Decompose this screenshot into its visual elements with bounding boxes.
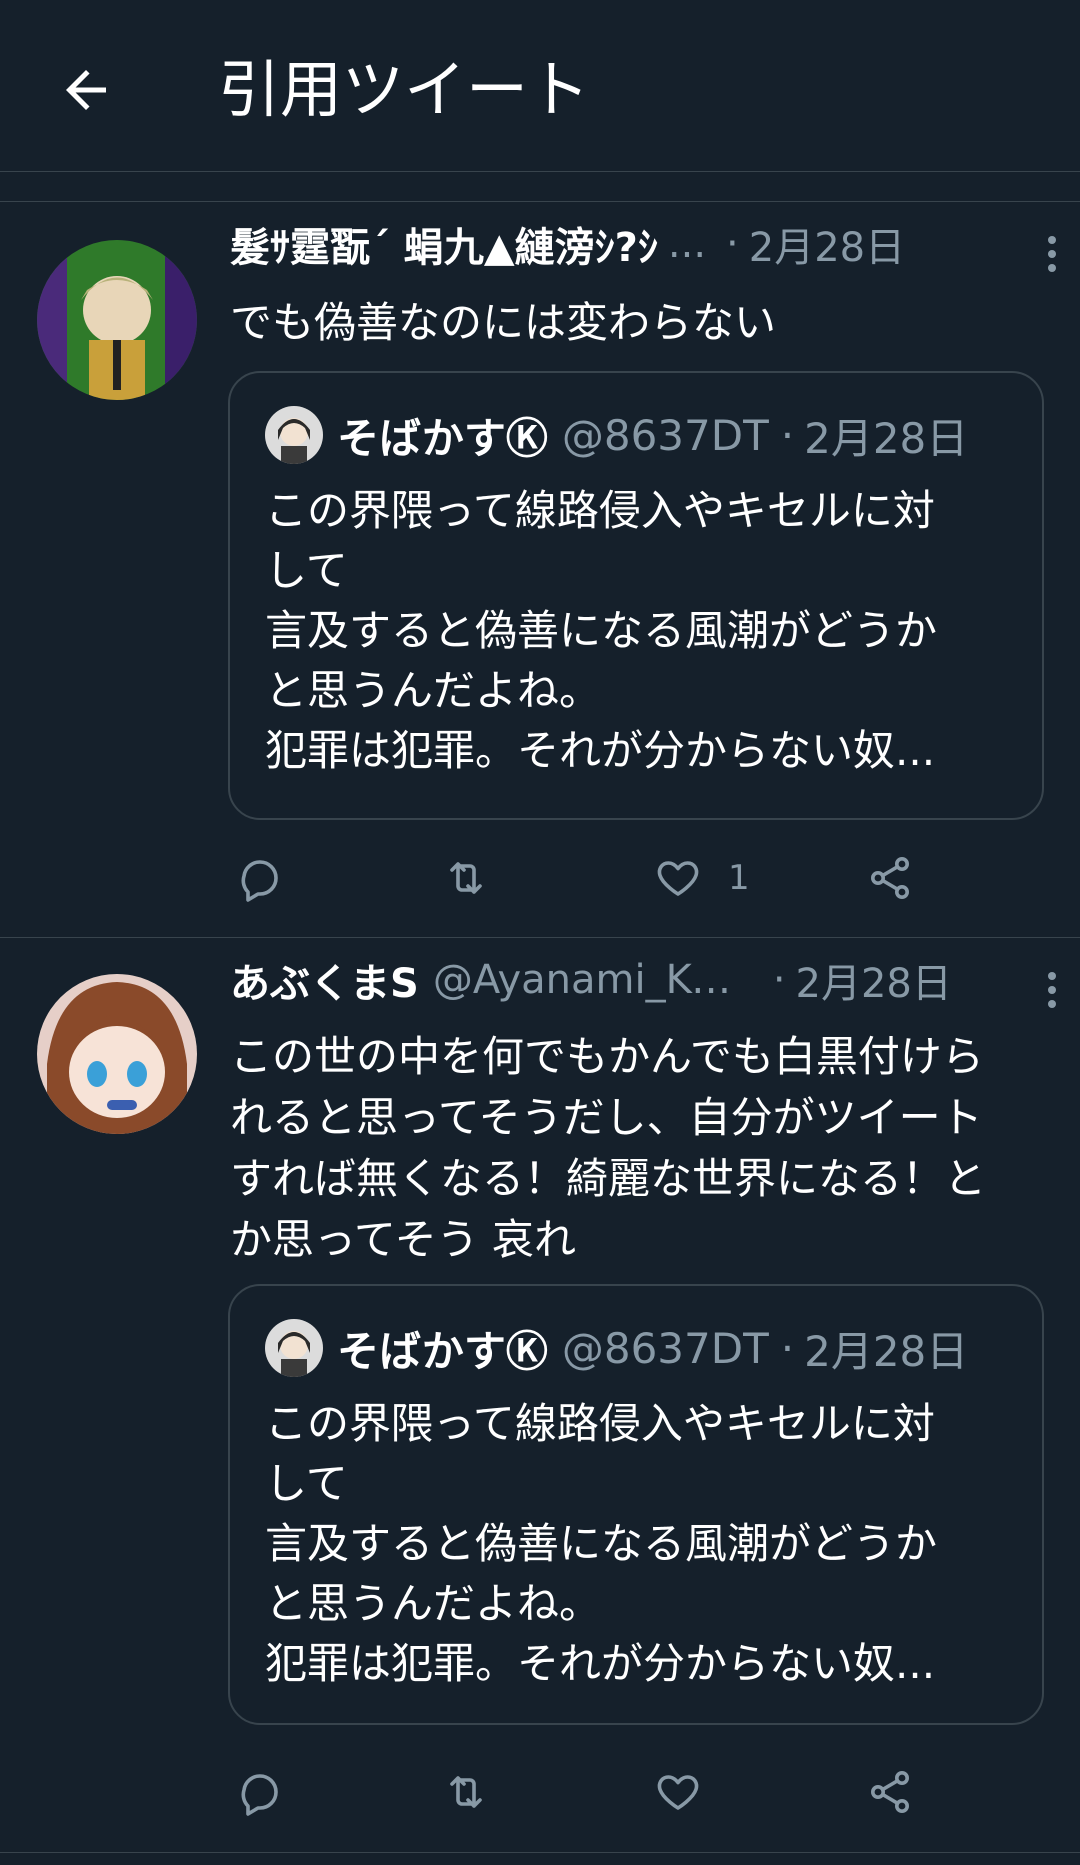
quoted-text: この界隈って線路侵入やキセルに対 して 言及すると偽善になる風潮がどうか と思う… <box>265 1399 938 1688</box>
separator: · <box>726 221 739 267</box>
arrow-left-icon <box>66 70 106 110</box>
tweet-header: あぶくまS @Ayanami_Ka... · 2月28日 <box>230 950 1056 1010</box>
more-options-icon[interactable] <box>1042 230 1062 274</box>
tweet-actions <box>230 1762 950 1822</box>
share-icon <box>871 857 909 899</box>
tweet-actions: 1 <box>230 848 950 908</box>
quoted-tweet-header: そばかすⓀ @8637DT · 2月28日 <box>265 1318 968 1378</box>
truncation-mark: ... <box>667 221 707 267</box>
quoted-tweet[interactable]: そばかすⓀ @8637DT · 2月28日 この界隈って線路侵入やキセルに対 し… <box>228 371 1044 820</box>
avatar-image <box>37 974 197 1134</box>
separator: · <box>772 957 786 1003</box>
page-title: 引用ツイート <box>218 53 591 126</box>
tweet-text: この世の中を何でもかんでも白黒付けら れると思ってそうだし、自分がツイート すれ… <box>230 1032 987 1264</box>
tweet[interactable]: あぶくまS @Ayanami_Ka... · 2月28日 この世の中を何でもかん… <box>0 938 1080 1853</box>
retweet-button[interactable] <box>442 848 490 908</box>
more-options-icon[interactable] <box>1042 966 1062 1010</box>
user-handle[interactable]: @Ayanami_Ka... <box>433 957 753 1003</box>
quoted-avatar <box>265 406 323 464</box>
quoted-date: 2月28日 <box>804 413 969 463</box>
reply-button[interactable] <box>236 1762 284 1822</box>
quoted-tweet-header: そばかすⓀ @8637DT · 2月28日 <box>265 405 968 465</box>
display-name[interactable]: 髮ｻ霆翫´ 蜎九▲縺滂ｼ?ｼ <box>230 215 658 273</box>
reply-icon <box>241 1774 278 1816</box>
heart-icon <box>657 1775 699 1810</box>
tweet[interactable]: 髮ｻ霆翫´ 蜎九▲縺滂ｼ?ｼ ... · 2月28日 でも偽善なのには変わらない… <box>0 202 1080 938</box>
quoted-handle: @8637DT <box>561 1323 769 1373</box>
reply-icon <box>241 860 278 902</box>
reply-button[interactable] <box>236 848 284 908</box>
quoted-separator: · <box>780 1323 795 1373</box>
quoted-avatar-image <box>265 406 323 464</box>
like-count: 1 <box>728 858 750 898</box>
quoted-tweet[interactable]: そばかすⓀ @8637DT · 2月28日 この界隈って線路侵入やキセルに対 し… <box>228 1284 1044 1725</box>
display-name[interactable]: あぶくまS <box>230 951 419 1009</box>
quoted-display-name: そばかすⓀ <box>337 413 548 463</box>
quoted-handle: @8637DT <box>561 410 769 460</box>
tweet-date[interactable]: 2月28日 <box>796 951 952 1009</box>
share-button[interactable] <box>866 1762 914 1822</box>
tweet-date[interactable]: 2月28日 <box>749 215 905 273</box>
quoted-display-name: そばかすⓀ <box>337 1326 548 1376</box>
tweet-header: 髮ｻ霆翫´ 蜎九▲縺滂ｼ?ｼ ... · 2月28日 <box>230 214 1056 274</box>
avatar[interactable] <box>37 240 197 400</box>
retweet-icon <box>450 1776 482 1808</box>
back-button[interactable] <box>56 60 116 120</box>
retweet-button[interactable] <box>442 1762 490 1822</box>
avatar-image <box>37 240 197 400</box>
quoted-avatar-image <box>265 1319 323 1377</box>
quoted-avatar <box>265 1319 323 1377</box>
quoted-date: 2月28日 <box>804 1326 969 1376</box>
tweet-text: でも偽善なのには変わらない <box>230 298 777 347</box>
like-button[interactable]: 1 <box>654 848 750 908</box>
heart-icon <box>657 861 699 896</box>
share-button[interactable] <box>866 848 914 908</box>
like-button[interactable] <box>654 1762 702 1822</box>
share-icon <box>871 1771 909 1813</box>
divider <box>0 172 1080 202</box>
top-bar: 引用ツイート <box>0 0 1080 172</box>
quoted-text: この界隈って線路侵入やキセルに対 して 言及すると偽善になる風潮がどうか と思う… <box>265 486 938 775</box>
quoted-separator: · <box>780 410 795 460</box>
avatar[interactable] <box>37 974 197 1134</box>
retweet-icon <box>450 862 482 894</box>
